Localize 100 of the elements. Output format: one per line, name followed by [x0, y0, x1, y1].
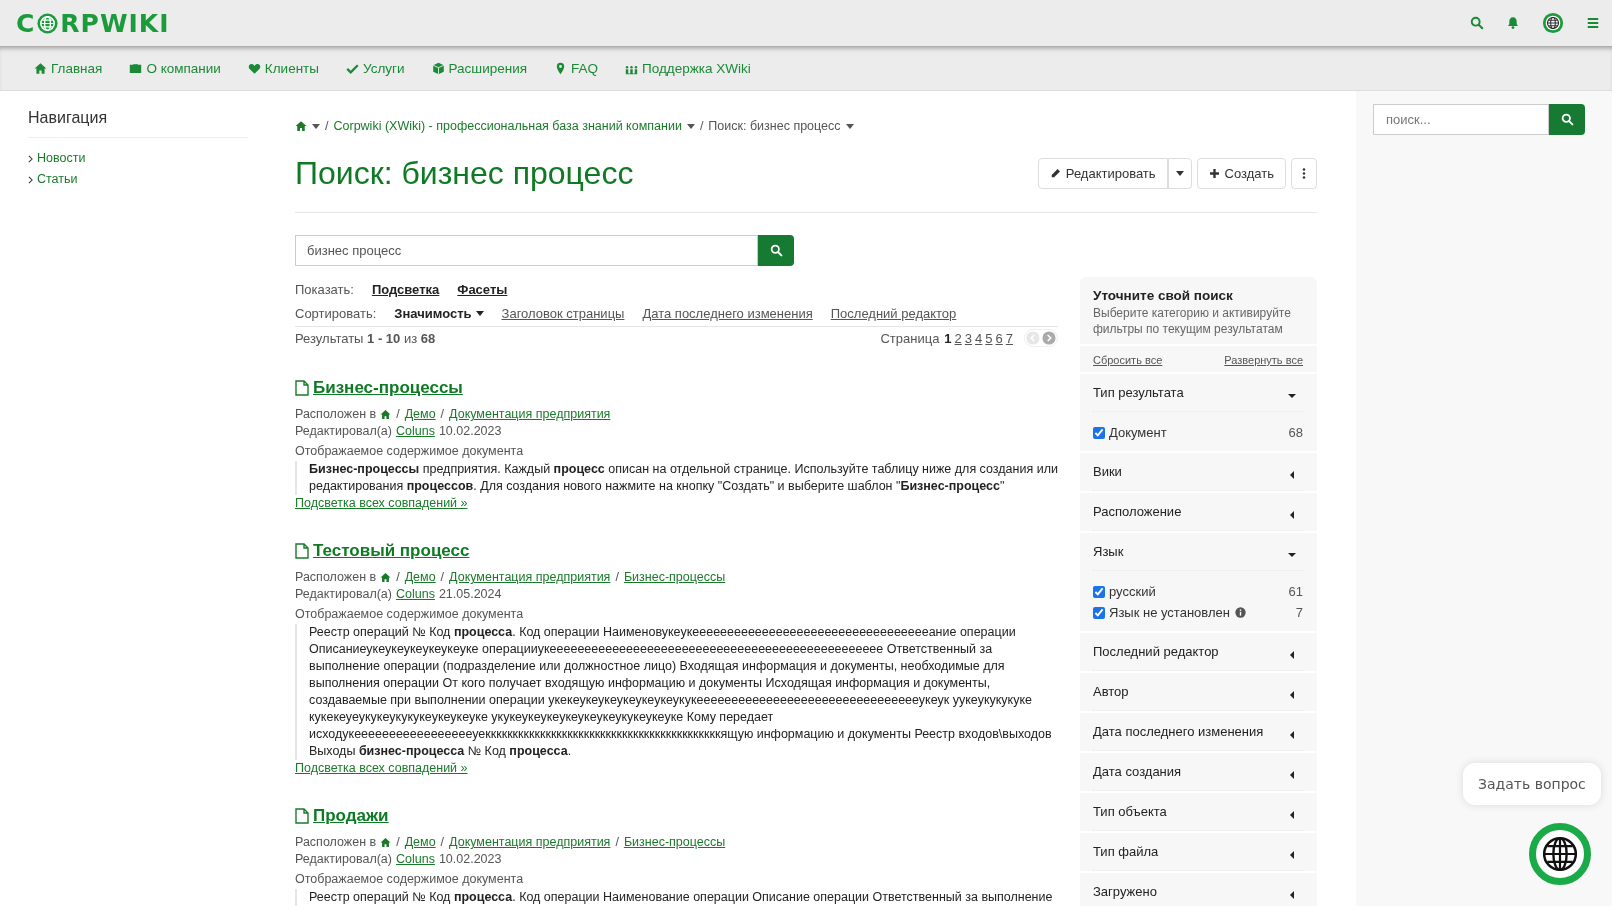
caret-down-icon[interactable] [1288, 550, 1296, 559]
breadcrumb-link[interactable]: Поиск: бизнес процесс [708, 119, 841, 133]
home-icon[interactable] [380, 836, 392, 848]
search-field[interactable]: бизнес процесс [295, 235, 758, 266]
sidebar-item[interactable]: Новости [28, 148, 268, 169]
nav-link[interactable]: Клиенты [247, 60, 319, 76]
chevron-icon [28, 175, 33, 184]
caret-left-icon[interactable] [1288, 690, 1296, 699]
page-link[interactable]: 6 [995, 330, 1003, 346]
checkbox[interactable] [1093, 426, 1105, 439]
facet-count: 7 [1295, 605, 1303, 620]
nav-link[interactable]: О компании [129, 60, 221, 76]
author-link[interactable]: Coluns [395, 587, 435, 601]
caret-left-icon[interactable] [1288, 510, 1296, 519]
caret-down-icon[interactable] [1288, 391, 1296, 400]
sort-option[interactable]: Заголовок страницы [501, 306, 625, 321]
facet-title[interactable]: Расположение [1093, 504, 1182, 519]
page-link[interactable]: 5 [985, 330, 993, 346]
search-icon [769, 244, 783, 257]
caret-icon [475, 311, 484, 316]
author-link[interactable]: Coluns [395, 424, 435, 438]
page-link[interactable]: 2 [954, 330, 962, 346]
more-button[interactable] [1291, 158, 1317, 189]
page-link[interactable]: 4 [975, 330, 983, 346]
location-label: Расположен в [295, 407, 377, 421]
page-link[interactable]: 1 [944, 330, 952, 346]
page-link[interactable]: 3 [964, 330, 973, 346]
globe-icon [36, 11, 60, 35]
caret-left-icon[interactable] [1288, 850, 1296, 859]
facet-title[interactable]: Тип файла [1093, 844, 1159, 859]
location-link[interactable]: Демо [404, 570, 436, 584]
facet-title[interactable]: Дата последнего изменения [1093, 724, 1264, 739]
globe-icon[interactable] [1542, 12, 1564, 34]
caret-left-icon[interactable] [1288, 650, 1296, 659]
caret-left-icon[interactable] [1288, 730, 1296, 739]
checkbox[interactable] [1093, 585, 1105, 598]
sidebar-item[interactable]: Статьи [28, 169, 268, 190]
location-link[interactable]: Бизнес-процессы [623, 835, 726, 849]
show-option-link[interactable]: Фасеты [457, 282, 508, 297]
location-link[interactable]: Демо [404, 835, 436, 849]
location-link[interactable]: Бизнес-процессы [623, 570, 726, 584]
facet-title[interactable]: Вики [1093, 464, 1122, 479]
caret-icon[interactable] [312, 123, 320, 129]
sort-option[interactable]: Дата последнего изменения [642, 306, 813, 321]
edit-date: 21.05.2024 [438, 587, 502, 601]
home-icon[interactable] [380, 408, 392, 420]
checkbox[interactable] [1093, 606, 1105, 619]
location-link[interactable]: Документация предприятия [449, 570, 611, 584]
location-link[interactable]: Документация предприятия [449, 835, 611, 849]
caret-icon[interactable] [686, 123, 695, 129]
author-link[interactable]: Coluns [395, 852, 435, 866]
highlight-all-link[interactable]: Подсветка всех совпадений » [295, 761, 468, 775]
bell-icon[interactable] [1506, 16, 1520, 30]
caret-left-icon[interactable] [1288, 770, 1296, 779]
result-title-link[interactable]: Продажи [313, 806, 389, 826]
facet-title[interactable]: Загружено [1093, 884, 1157, 899]
sort-option[interactable]: Последний редактор [830, 306, 957, 321]
search-icon[interactable] [1470, 16, 1484, 30]
location-link[interactable]: Документация предприятия [449, 407, 611, 421]
caret-left-icon[interactable] [1288, 890, 1296, 899]
nav-link[interactable]: Услуги [346, 60, 405, 76]
show-option-link[interactable]: Подсветка [371, 282, 440, 297]
caret-icon [1175, 171, 1184, 176]
breadcrumb-link[interactable]: Corpwiki (XWiki) - профессиональная база знаний компании [333, 119, 682, 133]
facet-title[interactable]: Автор [1093, 684, 1129, 699]
result-title-link[interactable]: Тестовый процесс [313, 541, 470, 561]
menu-icon[interactable] [1586, 16, 1600, 30]
facet-count: 68 [1288, 425, 1303, 440]
sort-option[interactable]: Значимость [394, 306, 484, 321]
facet-title[interactable]: Последний редактор [1093, 644, 1219, 659]
result-snippet: Реестр операций № Код процесса. Код операции Наименовукеукееееееееееееееееееееееееееееееееееание операции Описаниеукеукеукеукеукеуке операцииукееееееееееееееееееееееееееееееееееееееееееееееее Ответственный за выполнение операции (подразделение или должностное лицо) Входящая информация и документы, необходимые для выполнения операции От кого получает входящую информацию и документы Исходящая информация и документы, создаваемые при выполнении операции укекеукеукеукеукеукеукукееееееееееееееееееееееееееееееееукеук уукеукукукуке кукекеуеукукеукукукеукеукеуке укукеукеукеукеукеукеукукеукеуке Кому передает исходукеееееееееееееееееуекккккккккккккккккккккккккккккккккккккккккккящую информацию и документы Реестр входов\выходов Выходы бизнес-процесса № Код процесса. [295, 624, 1058, 760]
search-button[interactable] [1549, 104, 1585, 135]
facet-title[interactable]: Тип результата [1093, 385, 1184, 400]
nav-link[interactable]: Главная [34, 60, 103, 76]
nav-link[interactable]: FAQ [554, 60, 599, 76]
facet-title[interactable]: Дата создания [1093, 764, 1182, 779]
facet-title[interactable]: Язык [1093, 544, 1124, 559]
caret-icon[interactable] [845, 123, 854, 129]
show-label: Показать: [295, 282, 354, 297]
reset-all-link[interactable]: Сбросить все [1093, 354, 1163, 366]
home-icon[interactable] [295, 120, 307, 132]
home-icon[interactable] [380, 571, 392, 583]
create-button[interactable]: Создать [1196, 158, 1286, 189]
caret-left-icon[interactable] [1288, 810, 1296, 819]
chat-bubble[interactable]: Задать вопрос [1463, 763, 1601, 805]
location-link[interactable]: Демо [404, 407, 436, 421]
page-title: Поиск: бизнес процесс [295, 155, 634, 192]
expand-all-link[interactable]: Развернуть все [1224, 354, 1303, 366]
page-link[interactable]: 7 [1005, 330, 1013, 346]
search-button[interactable] [758, 235, 794, 266]
nav-link[interactable]: Поддержка XWiki [625, 60, 751, 76]
highlight-all-link[interactable]: Подсветка всех совпадений » [295, 496, 468, 510]
edit-button[interactable]: Редактировать [1037, 158, 1168, 189]
heart-icon [247, 61, 261, 75]
info-icon[interactable] [1234, 607, 1246, 618]
nav-link[interactable]: Расширения [431, 60, 528, 76]
dropdown-button[interactable] [1167, 158, 1192, 189]
result-title-link[interactable]: Бизнес-процессы [313, 378, 463, 398]
facet-title[interactable]: Тип объекта [1093, 804, 1167, 819]
caret-left-icon[interactable] [1288, 470, 1296, 479]
